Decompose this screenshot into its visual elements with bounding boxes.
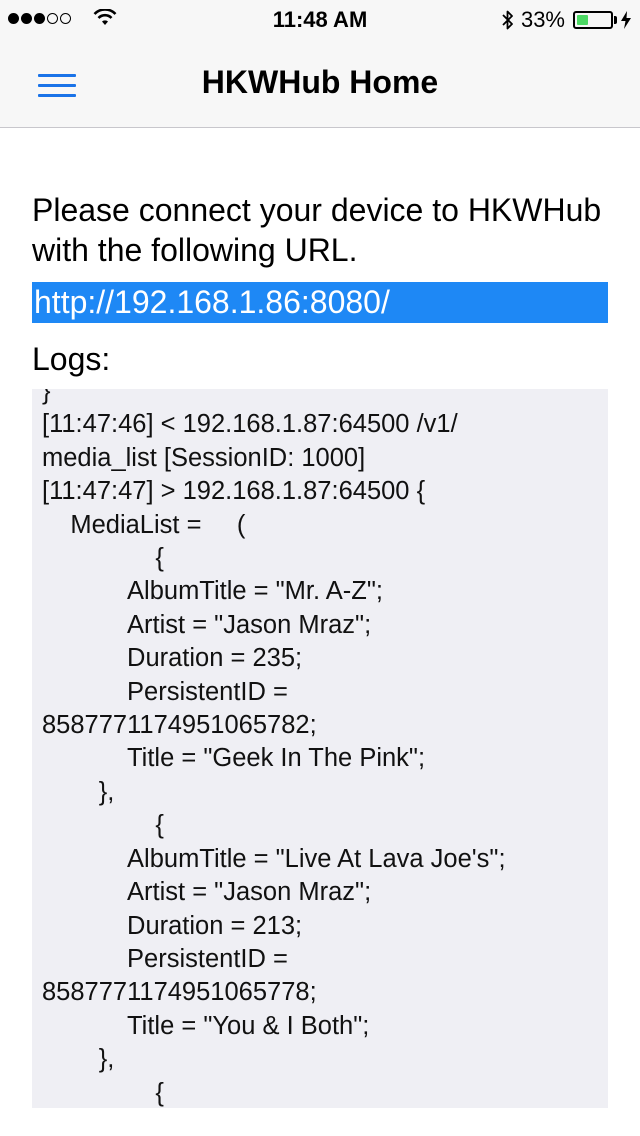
- battery-icon: [573, 11, 613, 29]
- logs-label: Logs:: [32, 341, 111, 377]
- server-url[interactable]: http://192.168.1.86:8080/: [32, 282, 608, 323]
- signal-dot-icon: [34, 12, 45, 24]
- battery-tip: [614, 16, 617, 24]
- signal-dot-icon: [21, 12, 32, 24]
- main-content: Please connect your device to HKWHub wit…: [32, 128, 608, 1108]
- hamburger-menu-icon: [38, 94, 76, 97]
- hamburger-menu-icon: [38, 74, 76, 77]
- status-bar: 11:48 AM 33%: [0, 0, 640, 40]
- signal-dot-icon: [8, 12, 19, 24]
- signal-dot-icon: [60, 12, 71, 24]
- bluetooth-icon: [502, 10, 513, 30]
- log-text: } [11:47:46] < 192.168.1.87:64500 /v1/ m…: [42, 389, 506, 1107]
- connect-instruction: Please connect your device to HKWHub wit…: [32, 192, 602, 268]
- wifi-icon: [93, 9, 117, 25]
- menu-button[interactable]: [38, 74, 76, 97]
- signal-strength: [8, 9, 117, 27]
- battery-percent: 33%: [520, 7, 565, 32]
- charging-bolt-icon: [621, 11, 631, 29]
- signal-dot-icon: [47, 12, 58, 24]
- battery-fill: [577, 15, 588, 25]
- status-right: 33%: [501, 7, 632, 33]
- navigation-bar: HKWHub Home: [0, 40, 640, 128]
- log-view[interactable]: } [11:47:46] < 192.168.1.87:64500 /v1/ m…: [32, 389, 608, 1108]
- hamburger-menu-icon: [38, 84, 76, 87]
- page-title: HKWHub Home: [201, 64, 439, 100]
